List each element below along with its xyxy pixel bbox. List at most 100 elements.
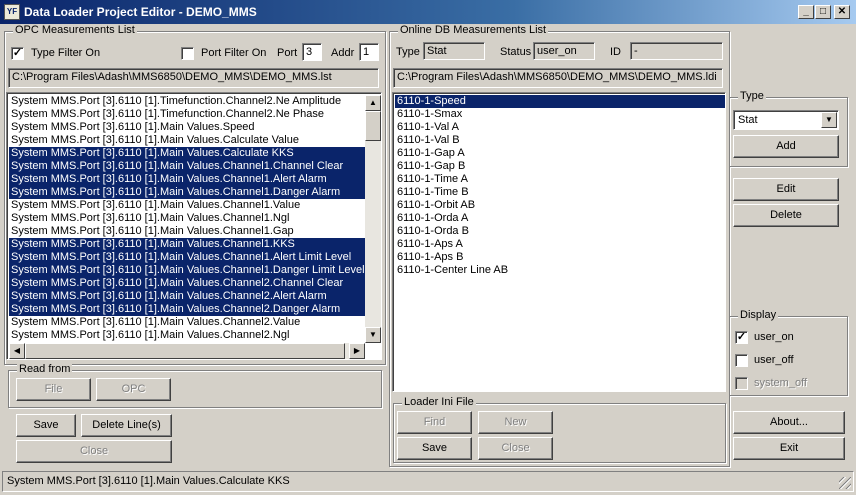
user-on-label: user_on xyxy=(754,331,794,343)
window-title: Data Loader Project Editor - DEMO_MMS xyxy=(24,5,257,19)
list-item[interactable]: 6110-1-Time A xyxy=(395,173,725,186)
online-type-value: Stat xyxy=(423,42,485,60)
opc-group-label: OPC Measurements List xyxy=(13,24,137,36)
user-on-checkbox[interactable]: ✓ xyxy=(735,331,748,344)
list-item[interactable]: 6110-1-Aps A xyxy=(395,238,725,251)
list-item[interactable]: 6110-1-Orbit AB xyxy=(395,199,725,212)
addr-input[interactable]: 1 xyxy=(359,43,379,61)
main-window: YF Data Loader Project Editor - DEMO_MMS… xyxy=(0,0,856,495)
edit-button[interactable]: Edit xyxy=(733,178,839,201)
opc-list-items: System MMS.Port [3].6110 [1].Timefunctio… xyxy=(9,95,365,355)
opc-vertical-scrollbar[interactable]: ▲ ▼ xyxy=(365,95,381,343)
type-select[interactable]: Stat ▼ xyxy=(733,110,839,130)
online-group-label: Online DB Measurements List xyxy=(398,24,549,36)
list-item[interactable]: System MMS.Port [3].6110 [1].Main Values… xyxy=(9,186,365,199)
exit-button[interactable]: Exit xyxy=(733,437,845,460)
opc-horizontal-scrollbar[interactable]: ◀ ▶ xyxy=(9,343,365,359)
list-item[interactable]: 6110-1-Speed xyxy=(395,95,725,108)
list-item[interactable]: System MMS.Port [3].6110 [1].Main Values… xyxy=(9,199,365,212)
list-item[interactable]: 6110-1-Orda A xyxy=(395,212,725,225)
title-bar[interactable]: YF Data Loader Project Editor - DEMO_MMS… xyxy=(0,0,856,24)
list-item[interactable]: 6110-1-Orda B xyxy=(395,225,725,238)
delete-button[interactable]: Delete xyxy=(733,204,839,227)
online-id-label: ID xyxy=(610,46,621,58)
list-item[interactable]: System MMS.Port [3].6110 [1].Main Values… xyxy=(9,277,365,290)
check-mark-icon: ✓ xyxy=(736,331,747,343)
save-list-button[interactable]: Save xyxy=(16,414,76,437)
list-item[interactable]: System MMS.Port [3].6110 [1].Main Values… xyxy=(9,329,365,342)
list-item[interactable]: System MMS.Port [3].6110 [1].Main Values… xyxy=(9,160,365,173)
system-off-checkbox[interactable] xyxy=(735,377,748,390)
read-file-button[interactable]: File xyxy=(16,378,91,401)
list-item[interactable]: 6110-1-Gap B xyxy=(395,160,725,173)
opc-measurements-list[interactable]: System MMS.Port [3].6110 [1].Timefunctio… xyxy=(6,92,382,360)
loader-ini-label: Loader Ini File xyxy=(402,396,476,408)
status-bar: System MMS.Port [3].6110 [1].Main Values… xyxy=(2,471,854,492)
minimize-button[interactable]: _ xyxy=(798,5,814,19)
port-input[interactable]: 3 xyxy=(302,43,322,61)
status-text: System MMS.Port [3].6110 [1].Main Values… xyxy=(7,475,290,487)
scroll-left-icon[interactable]: ◀ xyxy=(9,343,25,359)
type-filter-label: Type Filter On xyxy=(31,47,101,59)
port-filter-checkbox[interactable] xyxy=(181,47,194,60)
close-window-button[interactable]: ✕ xyxy=(834,5,850,19)
close-ini-button[interactable]: Close xyxy=(478,437,553,460)
scroll-right-icon[interactable]: ▶ xyxy=(349,343,365,359)
online-measurements-list[interactable]: 6110-1-Speed 6110-1-Smax 6110-1-Val A 6110-… xyxy=(392,92,726,392)
list-item[interactable]: System MMS.Port [3].6110 [1].Main Values… xyxy=(9,251,365,264)
online-status-label: Status xyxy=(500,46,532,58)
list-item[interactable]: System MMS.Port [3].6110 [1].Main Values… xyxy=(9,121,365,134)
list-item[interactable]: 6110-1-Center Line AB xyxy=(395,264,725,277)
list-item[interactable]: 6110-1-Val A xyxy=(395,121,725,134)
system-off-label: system_off xyxy=(754,377,807,389)
list-item[interactable]: 6110-1-Aps B xyxy=(395,251,725,264)
addr-label: Addr xyxy=(331,47,355,59)
user-off-checkbox[interactable] xyxy=(735,354,748,367)
online-type-label: Type xyxy=(396,46,420,58)
list-item[interactable]: 6110-1-Time B xyxy=(395,186,725,199)
list-item[interactable]: 6110-1-Smax xyxy=(395,108,725,121)
type-filter-checkbox[interactable]: ✓ xyxy=(11,47,24,60)
list-item[interactable]: System MMS.Port [3].6110 [1].Timefunctio… xyxy=(9,108,365,121)
list-item[interactable]: System MMS.Port [3].6110 [1].Timefunctio… xyxy=(9,95,365,108)
display-group-label: Display xyxy=(738,309,779,321)
list-item[interactable]: System MMS.Port [3].6110 [1].Main Values… xyxy=(9,173,365,186)
port-label: Port xyxy=(277,47,298,59)
list-item[interactable]: 6110-1-Val B xyxy=(395,134,725,147)
maximize-button[interactable]: □ xyxy=(815,5,831,19)
scroll-thumb-horizontal[interactable] xyxy=(25,343,345,359)
list-item[interactable]: 6110-1-Gap A xyxy=(395,147,725,160)
list-item[interactable]: System MMS.Port [3].6110 [1].Main Values… xyxy=(9,290,365,303)
list-item[interactable]: System MMS.Port [3].6110 [1].Main Values… xyxy=(9,303,365,316)
list-item[interactable]: System MMS.Port [3].6110 [1].Main Values… xyxy=(9,225,365,238)
chevron-down-icon[interactable]: ▼ xyxy=(821,112,837,128)
type-group-label: Type xyxy=(738,90,766,102)
about-button[interactable]: About... xyxy=(733,411,845,434)
online-status-value: user_on xyxy=(533,42,595,60)
read-from-label: Read from xyxy=(17,363,73,375)
list-item[interactable]: System MMS.Port [3].6110 [1].Main Values… xyxy=(9,264,365,277)
save-ini-button[interactable]: Save xyxy=(397,437,472,460)
list-item[interactable]: System MMS.Port [3].6110 [1].Main Values… xyxy=(9,212,365,225)
resize-grip-icon[interactable] xyxy=(839,477,851,489)
opc-file-path: C:\Program Files\Adash\MMS6850\DEMO_MMS\… xyxy=(8,68,379,88)
list-item[interactable]: System MMS.Port [3].6110 [1].Main Values… xyxy=(9,238,365,251)
add-button[interactable]: Add xyxy=(733,135,839,158)
check-mark-icon: ✓ xyxy=(12,47,23,59)
scroll-up-icon[interactable]: ▲ xyxy=(365,95,381,111)
find-button[interactable]: Find xyxy=(397,411,472,434)
list-item[interactable]: System MMS.Port [3].6110 [1].Main Values… xyxy=(9,316,365,329)
scroll-thumb[interactable] xyxy=(365,111,381,141)
online-list-items: 6110-1-Speed 6110-1-Smax 6110-1-Val A 6110-… xyxy=(395,95,725,277)
scroll-down-icon[interactable]: ▼ xyxy=(365,327,381,343)
list-item[interactable]: System MMS.Port [3].6110 [1].Main Values… xyxy=(9,134,365,147)
list-item[interactable]: System MMS.Port [3].6110 [1].Main Values… xyxy=(9,147,365,160)
app-icon: YF xyxy=(4,4,20,20)
type-select-value: Stat xyxy=(738,114,758,126)
close-list-button[interactable]: Close xyxy=(16,440,172,463)
port-filter-label: Port Filter On xyxy=(201,47,267,59)
user-off-label: user_off xyxy=(754,354,794,366)
read-opc-button[interactable]: OPC xyxy=(96,378,171,401)
delete-lines-button[interactable]: Delete Line(s) xyxy=(81,414,172,437)
new-button[interactable]: New xyxy=(478,411,553,434)
